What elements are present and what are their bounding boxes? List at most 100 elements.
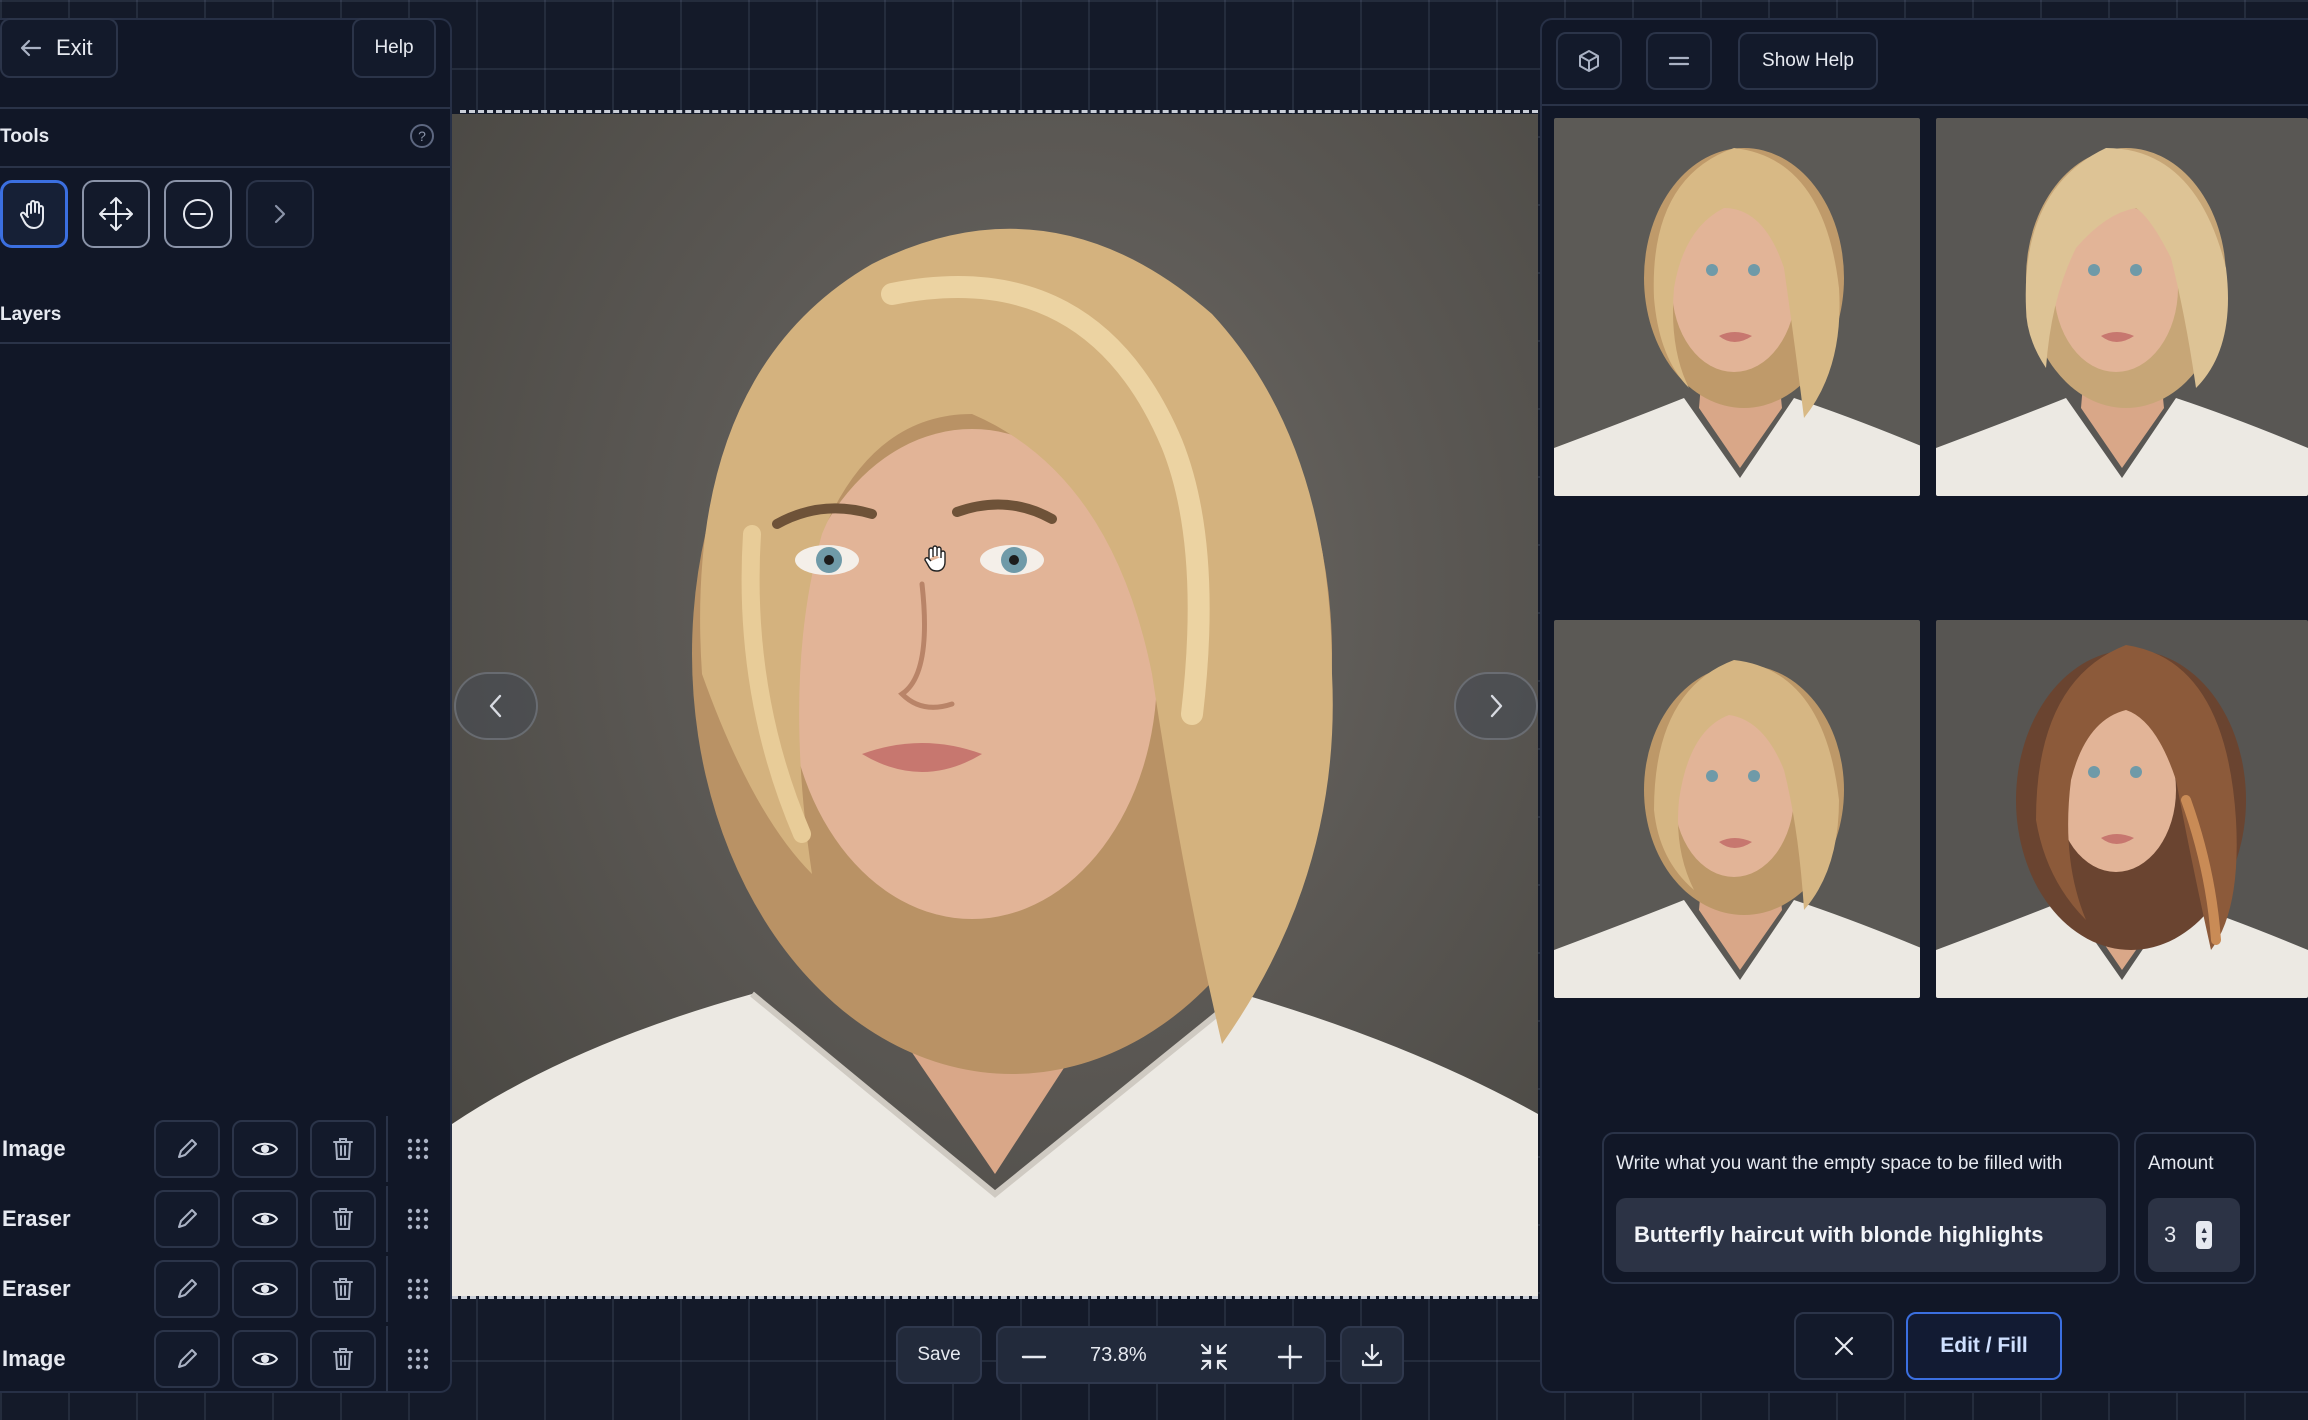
help-circle-icon[interactable]: ? (410, 124, 434, 148)
model-button[interactable] (1556, 32, 1622, 90)
drag-handle[interactable] (386, 1186, 448, 1252)
chevron-right-icon (1490, 694, 1503, 718)
edit-layer-button[interactable] (154, 1120, 220, 1178)
fit-to-screen-button[interactable] (1198, 1341, 1230, 1378)
zoom-in-button[interactable] (1276, 1343, 1304, 1376)
download-button[interactable] (1340, 1326, 1404, 1384)
amount-stepper[interactable]: 3 ▲ ▼ (2148, 1198, 2240, 1272)
layer-row[interactable]: Eraser (0, 1186, 450, 1254)
amount-value: 3 (2164, 1222, 2177, 1247)
pencil-icon (178, 1139, 197, 1158)
layers-title: Layers (0, 304, 62, 325)
zoom-out-button[interactable] (1020, 1345, 1048, 1374)
layer-label: Eraser (2, 1206, 71, 1231)
next-arrow-button[interactable] (1454, 672, 1538, 740)
image-canvas[interactable] (452, 114, 1538, 1296)
divider (0, 342, 450, 344)
arrow-left-icon (20, 39, 42, 57)
drag-handle[interactable] (386, 1116, 448, 1182)
drag-handle[interactable] (386, 1326, 448, 1392)
canvas-boundary-bottom (452, 1296, 1538, 1299)
eye-icon (251, 1352, 279, 1366)
pencil-icon (178, 1279, 197, 1298)
trash-icon (333, 1348, 353, 1370)
help-button[interactable]: Help (352, 18, 436, 78)
result-image (1554, 118, 1920, 496)
delete-layer-button[interactable] (310, 1330, 376, 1388)
result-image (1936, 118, 2308, 496)
amount-label: Amount (2148, 1153, 2214, 1174)
grip-icon (407, 1208, 429, 1230)
edit-layer-button[interactable] (154, 1260, 220, 1318)
layer-label: Eraser (2, 1276, 71, 1301)
canvas-boundary-top (460, 110, 1538, 113)
toggle-visibility-button[interactable] (232, 1120, 298, 1178)
layer-label: Image (2, 1136, 66, 1161)
hand-tool-button[interactable] (0, 180, 68, 248)
previous-arrow-button[interactable] (454, 672, 538, 740)
grip-icon (407, 1138, 429, 1160)
more-tools-button[interactable] (246, 180, 314, 248)
drag-handle[interactable] (386, 1256, 448, 1322)
chevron-left-icon (489, 694, 502, 718)
result-image (1554, 620, 1920, 998)
zoom-controls: 73.8% (996, 1326, 1326, 1384)
toggle-visibility-button[interactable] (232, 1330, 298, 1388)
trash-icon (333, 1208, 353, 1230)
download-icon (1361, 1343, 1383, 1367)
trash-icon (333, 1138, 353, 1160)
prompt-input[interactable] (1616, 1198, 2106, 1272)
portrait-image (452, 228, 1538, 1296)
divider (0, 166, 450, 168)
layer-row[interactable]: Eraser (0, 1256, 450, 1324)
exit-label: Exit (56, 35, 93, 60)
delete-layer-button[interactable] (310, 1120, 376, 1178)
toggle-visibility-button[interactable] (232, 1260, 298, 1318)
stepper-arrows-icon[interactable]: ▲ ▼ (2196, 1221, 2213, 1249)
prompt-label: Write what you want the empty space to b… (1616, 1153, 2063, 1174)
divider (0, 107, 450, 109)
result-thumbnail[interactable] (1936, 620, 2308, 998)
cube-icon (1579, 50, 1599, 72)
layer-label: Image (2, 1346, 66, 1371)
delete-layer-button[interactable] (310, 1190, 376, 1248)
zoom-level: 73.8% (1090, 1344, 1147, 1366)
eraser-icon (183, 199, 213, 229)
show-help-button[interactable]: Show Help (1738, 32, 1878, 90)
equals-icon (1668, 56, 1690, 66)
toggle-visibility-button[interactable] (232, 1190, 298, 1248)
eye-icon (251, 1282, 279, 1296)
hand-cursor-icon (922, 545, 948, 578)
edit-layer-button[interactable] (154, 1330, 220, 1388)
divider (1542, 104, 2308, 106)
cancel-button[interactable] (1794, 1312, 1894, 1380)
minus-icon (1021, 1355, 1047, 1359)
move-icon (99, 197, 133, 231)
trash-icon (333, 1278, 353, 1300)
exit-button[interactable]: Exit (0, 18, 118, 78)
save-button[interactable]: Save (896, 1326, 982, 1384)
result-image (1936, 620, 2308, 998)
result-thumbnail[interactable] (1554, 620, 1920, 998)
layer-row[interactable]: Image (0, 1116, 450, 1184)
pencil-icon (178, 1349, 197, 1368)
tools-title: Tools (0, 126, 50, 147)
hand-icon (20, 200, 44, 229)
delete-layer-button[interactable] (310, 1260, 376, 1318)
result-thumbnail[interactable] (1936, 118, 2308, 496)
menu-button[interactable] (1646, 32, 1712, 90)
eraser-tool-button[interactable] (164, 180, 232, 248)
eye-icon (251, 1212, 279, 1226)
chevron-right-icon (274, 204, 286, 224)
collapse-icon (1200, 1343, 1228, 1371)
result-thumbnail[interactable] (1554, 118, 1920, 496)
eye-icon (251, 1142, 279, 1156)
plus-icon (1277, 1344, 1303, 1370)
close-icon (1834, 1336, 1854, 1356)
move-tool-button[interactable] (82, 180, 150, 248)
layer-row[interactable]: Image (0, 1326, 450, 1394)
grip-icon (407, 1278, 429, 1300)
edit-fill-button[interactable]: Edit / Fill (1906, 1312, 2062, 1380)
pencil-icon (178, 1209, 197, 1228)
edit-layer-button[interactable] (154, 1190, 220, 1248)
